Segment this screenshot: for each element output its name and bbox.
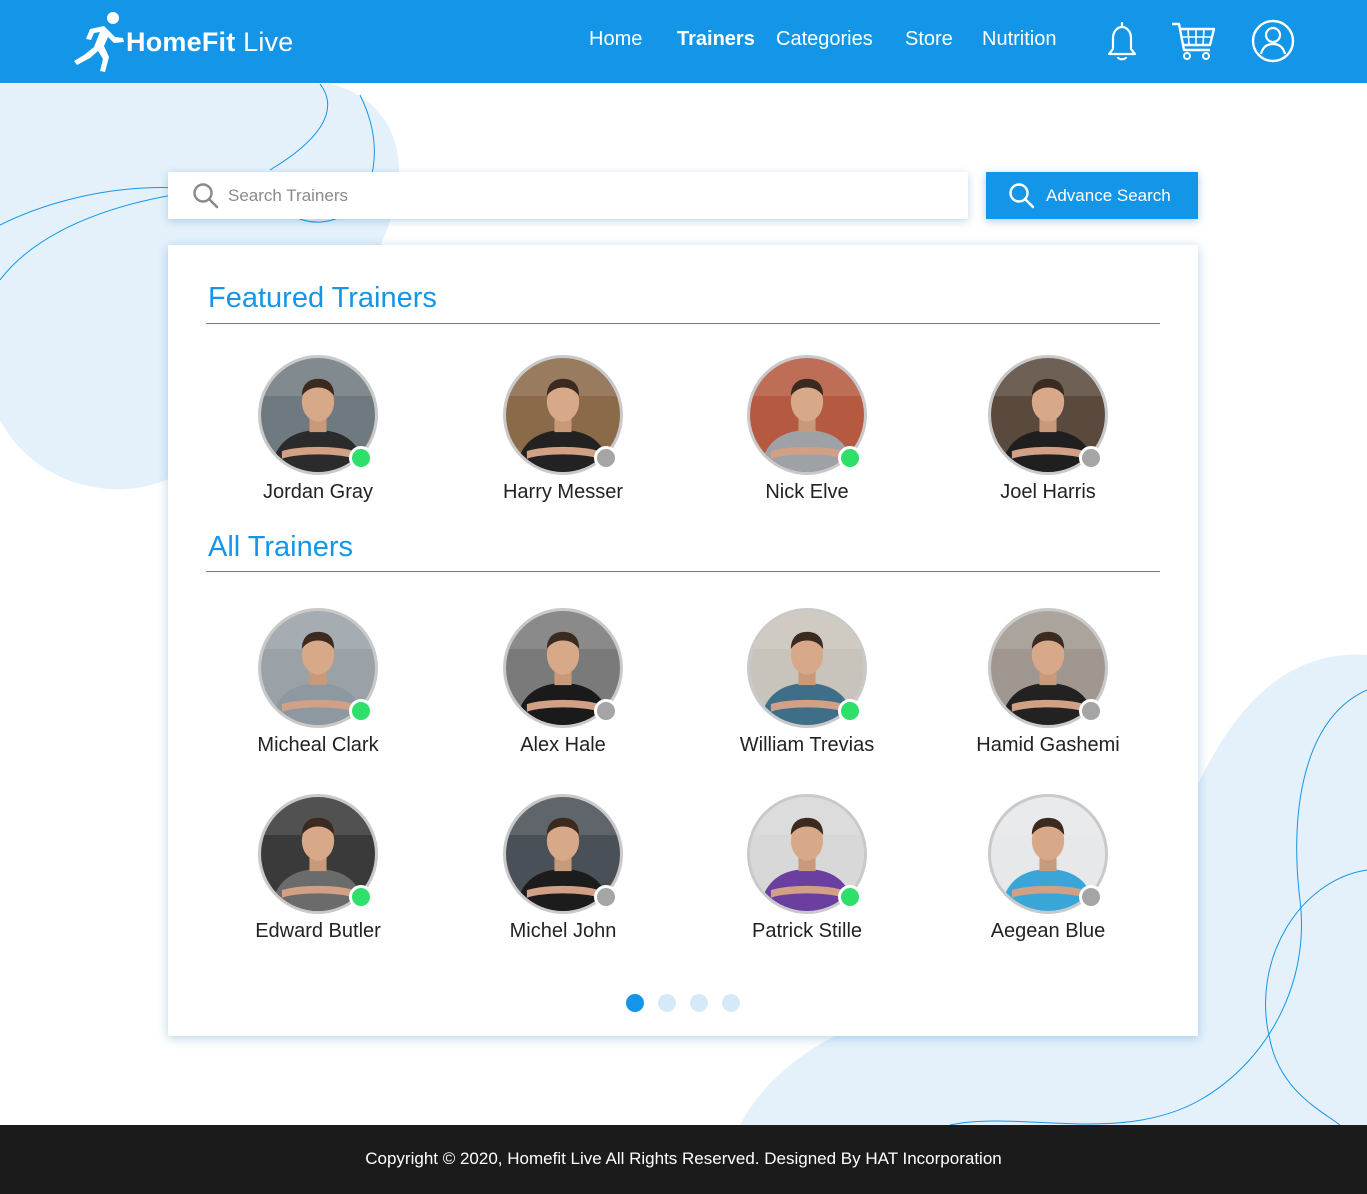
trainer-card[interactable]: William Trevias	[707, 608, 907, 768]
trainer-card[interactable]: Aegean Blue	[948, 794, 1148, 954]
brand-name-bold: HomeFit	[126, 26, 236, 57]
trainer-name[interactable]: Jordan Gray	[218, 481, 418, 504]
online-status-indicator	[349, 885, 373, 909]
online-status-indicator	[838, 885, 862, 909]
search-icon	[192, 182, 220, 210]
trainer-card[interactable]: Jordan Gray	[218, 355, 418, 515]
search-icon	[1008, 182, 1036, 210]
trainer-name[interactable]: Edward Butler	[218, 920, 418, 943]
pagination-dot[interactable]	[658, 994, 676, 1012]
user-icon[interactable]	[1250, 18, 1296, 64]
trainer-name[interactable]: William Trevias	[707, 734, 907, 757]
search-bar	[168, 172, 968, 219]
trainer-card[interactable]: Michel John	[463, 794, 663, 954]
offline-status-indicator	[1079, 885, 1103, 909]
brand-name: HomeFit Live	[126, 27, 293, 58]
trainer-card[interactable]: Alex Hale	[463, 608, 663, 768]
online-status-indicator	[349, 699, 373, 723]
offline-status-indicator	[1079, 699, 1103, 723]
offline-status-indicator	[1079, 446, 1103, 470]
pagination-dots	[626, 994, 740, 1012]
section-divider	[206, 323, 1160, 324]
online-status-indicator	[838, 446, 862, 470]
trainer-card[interactable]: Hamid Gashemi	[948, 608, 1148, 768]
trainer-card[interactable]: Joel Harris	[948, 355, 1148, 515]
nav-categories[interactable]: Categories	[776, 28, 873, 51]
offline-status-indicator	[594, 885, 618, 909]
section-divider	[206, 571, 1160, 572]
cart-icon[interactable]	[1170, 18, 1216, 64]
trainer-name[interactable]: Aegean Blue	[948, 920, 1148, 943]
trainer-name[interactable]: Alex Hale	[463, 734, 663, 757]
pagination-dot[interactable]	[722, 994, 740, 1012]
offline-status-indicator	[594, 446, 618, 470]
bell-icon[interactable]	[1099, 18, 1145, 64]
brand-name-light: Live	[243, 26, 294, 57]
trainer-name[interactable]: Micheal Clark	[218, 734, 418, 757]
runner-icon	[74, 12, 124, 72]
online-status-indicator	[838, 699, 862, 723]
online-status-indicator	[349, 446, 373, 470]
top-navbar: HomeFit Live Home Trainers Categories St…	[0, 0, 1367, 83]
trainer-name[interactable]: Joel Harris	[948, 481, 1148, 504]
advance-search-button[interactable]: Advance Search	[986, 172, 1198, 219]
trainer-card[interactable]: Nick Elve	[707, 355, 907, 515]
trainer-name[interactable]: Michel John	[463, 920, 663, 943]
pagination-dot[interactable]	[690, 994, 708, 1012]
search-input[interactable]	[228, 172, 948, 219]
offline-status-indicator	[594, 699, 618, 723]
trainer-card[interactable]: Harry Messer	[463, 355, 663, 515]
trainer-card[interactable]: Patrick Stille	[707, 794, 907, 954]
brand-logo[interactable]: HomeFit Live	[70, 8, 293, 76]
trainer-name[interactable]: Hamid Gashemi	[948, 734, 1148, 757]
trainer-name[interactable]: Harry Messer	[463, 481, 663, 504]
trainer-card[interactable]: Micheal Clark	[218, 608, 418, 768]
all-trainers-heading: All Trainers	[208, 531, 354, 563]
nav-nutrition[interactable]: Nutrition	[982, 28, 1056, 51]
trainer-name[interactable]: Nick Elve	[707, 481, 907, 504]
trainer-card[interactable]: Edward Butler	[218, 794, 418, 954]
pagination-dot[interactable]	[626, 994, 644, 1012]
nav-home[interactable]: Home	[589, 28, 642, 51]
featured-trainers-heading: Featured Trainers	[208, 282, 437, 314]
footer: Copyright © 2020, Homefit Live All Right…	[0, 1125, 1367, 1194]
copyright-text: Copyright © 2020, Homefit Live All Right…	[365, 1149, 1002, 1168]
trainer-name[interactable]: Patrick Stille	[707, 920, 907, 943]
nav-store[interactable]: Store	[905, 28, 953, 51]
trainers-panel: Featured Trainers Jordan Gray Harry Messe…	[168, 245, 1198, 1036]
advance-search-label: Advance Search	[1046, 186, 1171, 205]
nav-trainers[interactable]: Trainers	[677, 28, 755, 51]
